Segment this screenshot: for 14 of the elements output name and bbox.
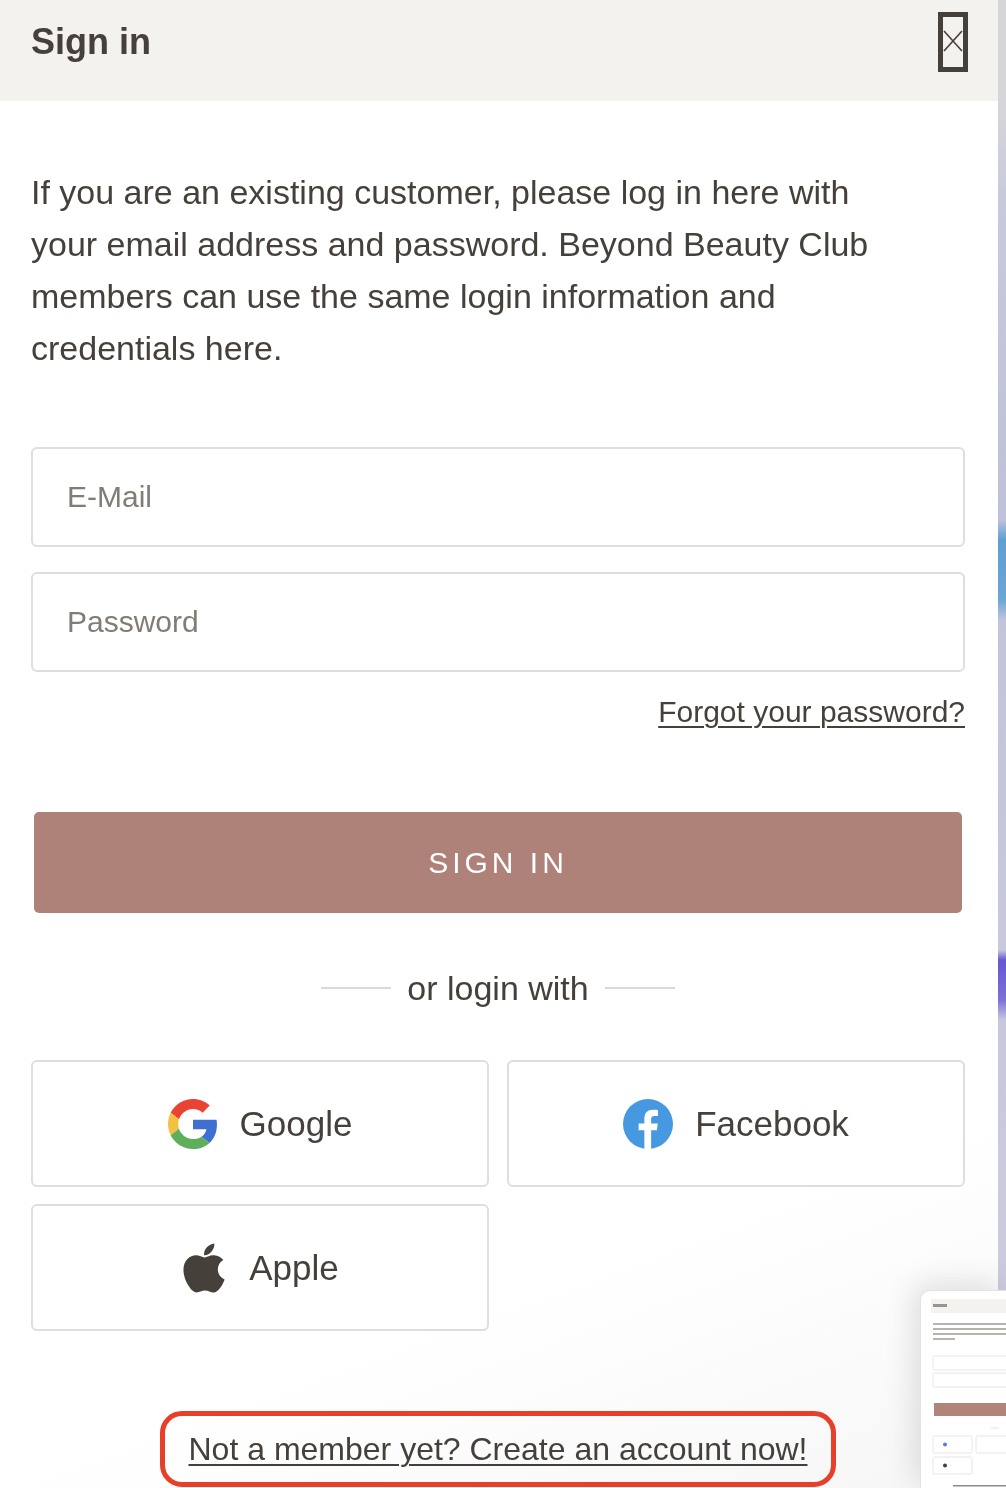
forgot-password-link[interactable]: Forgot your password? bbox=[658, 692, 965, 732]
facebook-button[interactable]: Facebook bbox=[507, 1060, 965, 1187]
divider-text: or login with bbox=[407, 968, 589, 1009]
close-icon bbox=[938, 12, 968, 72]
create-account-link[interactable]: Not a member yet? Create an account now! bbox=[188, 1429, 808, 1469]
password-field[interactable]: Password bbox=[31, 572, 965, 672]
apple-button[interactable]: Apple bbox=[31, 1204, 489, 1331]
google-logo-icon bbox=[167, 1098, 218, 1149]
email-field[interactable]: E-Mail bbox=[31, 447, 965, 547]
google-button[interactable]: Google bbox=[31, 1060, 489, 1187]
close-button[interactable] bbox=[938, 12, 968, 72]
facebook-logo-icon bbox=[623, 1098, 674, 1149]
intro-text: If you are an existing customer, please log in here with your email address and password. Beyond Beauty Club members can use the same login information and credentials here. bbox=[31, 172, 870, 369]
dialog-title: Sign in bbox=[31, 20, 151, 64]
